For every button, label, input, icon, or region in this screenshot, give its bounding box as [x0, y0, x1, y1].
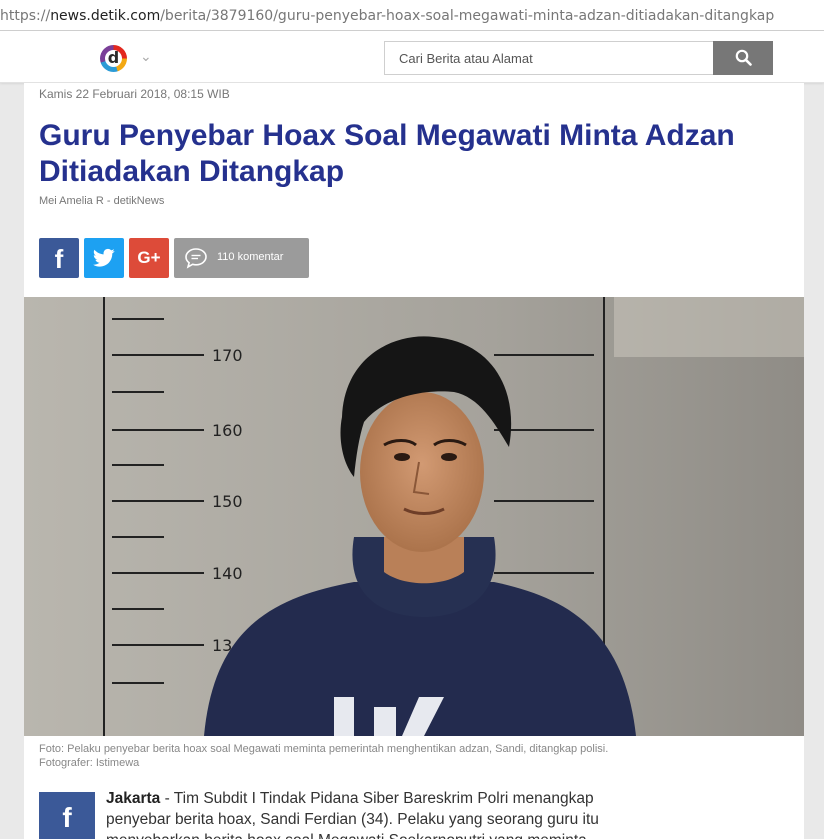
article-photo[interactable]: 170 160 150 140 13 — [24, 297, 804, 736]
search-icon — [735, 49, 752, 66]
ruler-label-150: 150 — [212, 492, 243, 511]
share-googleplus-button[interactable]: G+ — [129, 238, 169, 278]
google-plus-icon: G+ — [137, 248, 161, 267]
article-title: Guru Penyebar Hoax Soal Megawati Minta A… — [39, 119, 735, 188]
mugshot-image: 170 160 150 140 13 — [24, 297, 804, 736]
caption-text: Foto: Pelaku penyebar berita hoax soal M… — [39, 743, 609, 755]
url-prefix: https:// — [0, 8, 51, 24]
facebook-follow-button[interactable]: f — [39, 792, 95, 839]
photographer-credit: Fotografer: Istimewa — [39, 757, 140, 769]
article-author[interactable]: Mei Amelia R - detikNews — [39, 195, 164, 207]
comments-button[interactable]: 110 komentar — [174, 238, 309, 278]
detik-logo[interactable]: d — [100, 45, 127, 72]
site-header: d ⌄ Cari Berita atau Alamat — [0, 31, 824, 83]
search-button[interactable] — [713, 41, 773, 75]
facebook-icon: f — [54, 244, 64, 274]
share-twitter-button[interactable] — [84, 238, 124, 278]
url-host: news.detik.com — [50, 8, 161, 24]
browser-address-bar[interactable]: https://news.detik.com/berita/3879160/gu… — [0, 0, 824, 31]
photo-caption: Foto: Pelaku penyebar berita hoax soal M… — [39, 742, 799, 770]
logo-letter: d — [107, 48, 120, 67]
article-lead-paragraph: Jakarta - Tim Subdit I Tindak Pidana Sib… — [106, 788, 626, 839]
ruler-label-160: 160 — [212, 421, 243, 440]
lead-text: - Tim Subdit I Tindak Pidana Siber Bares… — [106, 790, 599, 839]
chevron-down-icon[interactable]: ⌄ — [140, 49, 152, 65]
ruler-label-140: 140 — [212, 564, 243, 583]
comments-count: 110 komentar — [217, 251, 284, 263]
facebook-icon: f — [62, 802, 72, 833]
twitter-icon — [93, 248, 115, 267]
article-date: Kamis 22 Februari 2018, 08:15 WIB — [39, 87, 230, 101]
share-facebook-button[interactable]: f — [39, 238, 79, 278]
ruler-label-170: 170 — [212, 346, 243, 365]
url-path: /berita/3879160/guru-penyebar-hoax-soal-… — [160, 8, 775, 24]
comment-bubble-icon — [185, 248, 207, 269]
search-input[interactable]: Cari Berita atau Alamat — [384, 41, 714, 75]
dateline-city: Jakarta — [106, 790, 161, 807]
